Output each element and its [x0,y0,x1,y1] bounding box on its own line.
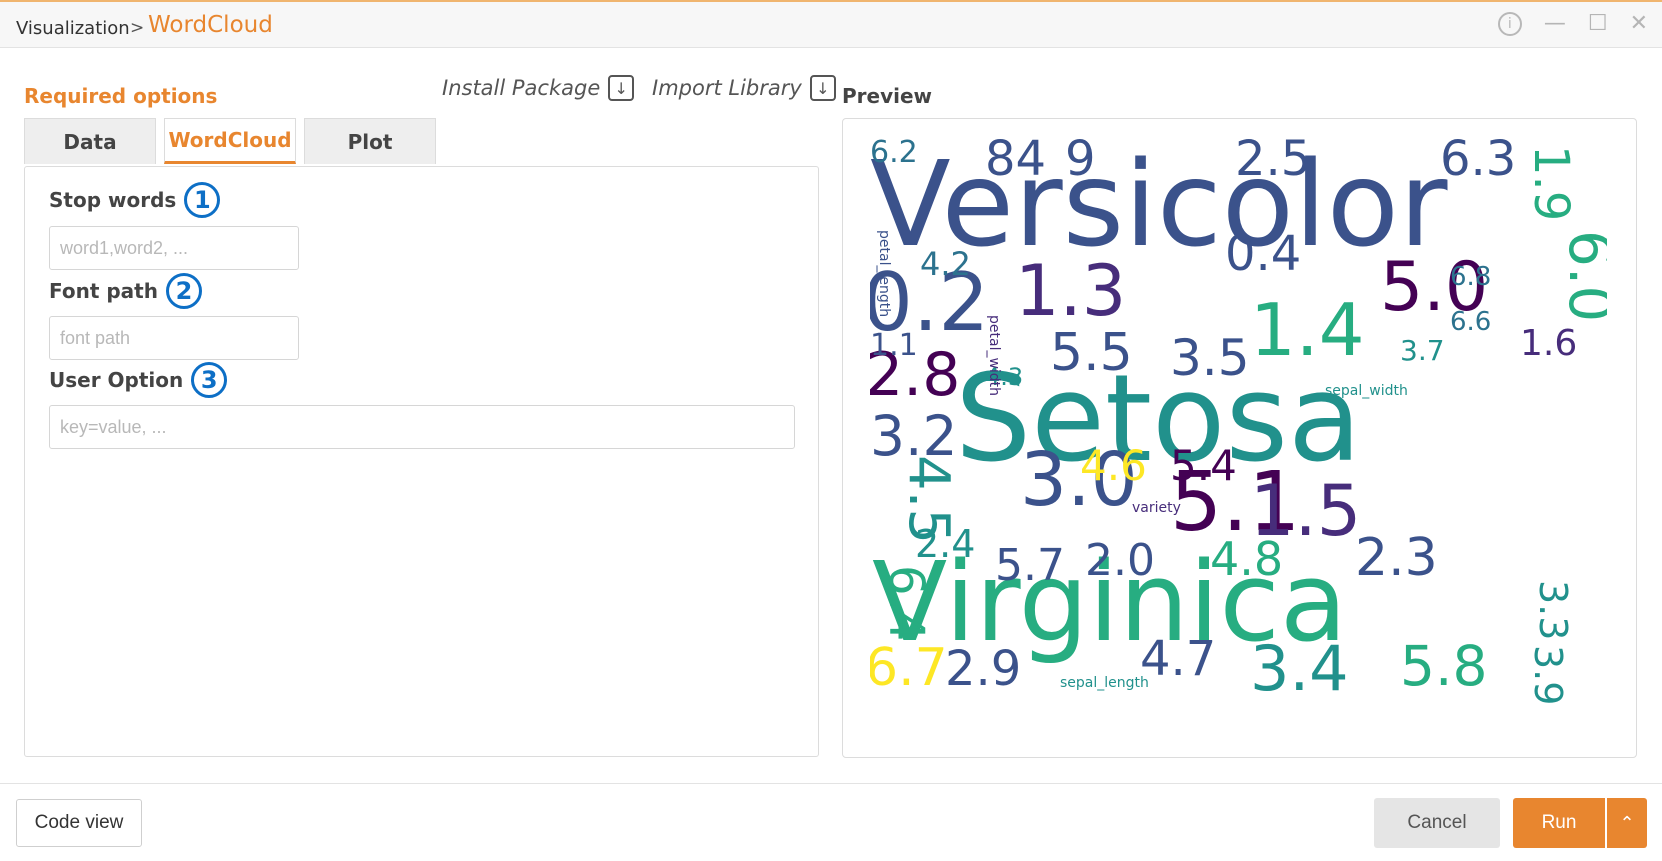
minimize-icon[interactable]: — [1544,12,1566,36]
wordcloud-word: 4.7 [1140,631,1216,687]
wordcloud-word: 4.2 [920,245,971,283]
wordcloud-word: 6.6 [1450,307,1491,337]
wordcloud-word: 6.0 [1556,230,1607,322]
chevron-up-icon[interactable]: ⌃ [1607,798,1647,848]
wordcloud-word: 5.5 [1050,323,1133,383]
wordcloud-word: 3.3 [1531,580,1575,640]
wordcloud-word: 4.6 [1080,441,1147,490]
step-badge: 3 [191,362,228,398]
breadcrumb-separator: > [130,18,145,38]
font-path-label-text: Font path [49,279,158,303]
stop-words-label-text: Stop words [49,188,177,212]
wordcloud-word: 5.7 [995,540,1065,591]
install-package-button[interactable]: Install Package ↓ [442,75,635,101]
wordcloud-word: 84 [985,135,1046,187]
info-icon[interactable]: i [1497,12,1522,36]
download-icon: ↓ [809,75,836,101]
wordcloud-word: sepal_width [1325,383,1408,399]
wordcloud-word: 3.9 [1526,645,1570,705]
step-badge: 2 [165,273,202,309]
breadcrumb-parent[interactable]: Visualization [16,18,130,39]
import-library-label: Import Library [652,76,802,100]
wordcloud-word: 1.3 [1015,250,1126,332]
font-path-input[interactable] [49,316,299,360]
wordcloud-word: 3.7 [1400,334,1445,367]
import-library-button[interactable]: Import Library ↓ [652,75,836,101]
wordcloud-word: 0.4 [1225,226,1301,282]
wordcloud-word: sepal_length [1060,675,1149,691]
wordcloud-word: 1.1 [870,328,918,363]
required-options-title: Required options [24,84,218,108]
step-badge: 1 [184,182,221,218]
wordcloud-word: 4.8 [1210,532,1283,586]
wordcloud-word: 6.3 [1440,135,1516,187]
user-option-label-text: User Option [49,368,184,392]
code-view-button[interactable]: Code view [16,799,142,847]
wordcloud-word: 2.4 [915,522,975,566]
run-button[interactable]: Run [1513,798,1605,848]
wordcloud-image: VersicolorSetosaVirginica0.2 1.3 5.0 6.01.4… [870,135,1607,705]
cancel-button[interactable]: Cancel [1374,798,1500,848]
wordcloud-word: 1.6 [1520,323,1577,364]
page-title: WordCloud [148,12,273,38]
wordcloud-word: 6.2 [870,135,918,170]
tab-wordcloud[interactable]: WordCloud [164,118,296,164]
wordcloud-word: 9 [1065,135,1096,187]
install-package-label: Install Package [442,76,601,100]
maximize-icon[interactable]: ☐ [1588,12,1608,36]
title-bar: Visualization > WordCloud i — ☐ ✕ [0,0,1662,48]
wordcloud-word: 6.7 [870,638,948,698]
font-path-label: Font path 2 [49,273,202,309]
wordcloud-word: 5.4 [1170,441,1237,490]
wordcloud-word: 2.3 [1355,528,1438,588]
close-icon[interactable]: ✕ [1630,12,1648,36]
wordcloud-word: 3.4 [1250,632,1349,705]
tab-plot[interactable]: Plot [304,118,436,164]
stop-words-input[interactable] [49,226,299,270]
download-icon: ↓ [608,75,635,101]
footer-divider [0,783,1662,784]
wordcloud-word: 1.4 [1250,288,1365,372]
tab-data[interactable]: Data [24,118,156,164]
window-controls: i — ☐ ✕ [1497,12,1648,36]
wordcloud-word: petal_length [876,230,892,317]
wordcloud-word: 2.0 [1085,535,1155,586]
wordcloud-word: 3.5 [1170,329,1250,387]
user-option-label: User Option 3 [49,362,228,398]
wordcloud-word: 1.9 [1523,145,1579,221]
wordcloud-word: 5.8 [1400,634,1487,698]
user-option-input[interactable] [49,405,795,449]
preview-title: Preview [842,84,933,108]
option-tabs: Data WordCloud Plot [24,118,436,164]
wordcloud-word: 2.5 [1235,135,1311,187]
stop-words-label: Stop words 1 [49,182,221,218]
wordcloud-word: petal_width [986,315,1002,396]
wordcloud-word: 6.8 [1450,262,1491,292]
wordcloud-word: 6.4 [878,565,934,641]
wordcloud-word: 2.9 [945,641,1021,697]
wordcloud-word: variety [1132,500,1181,516]
